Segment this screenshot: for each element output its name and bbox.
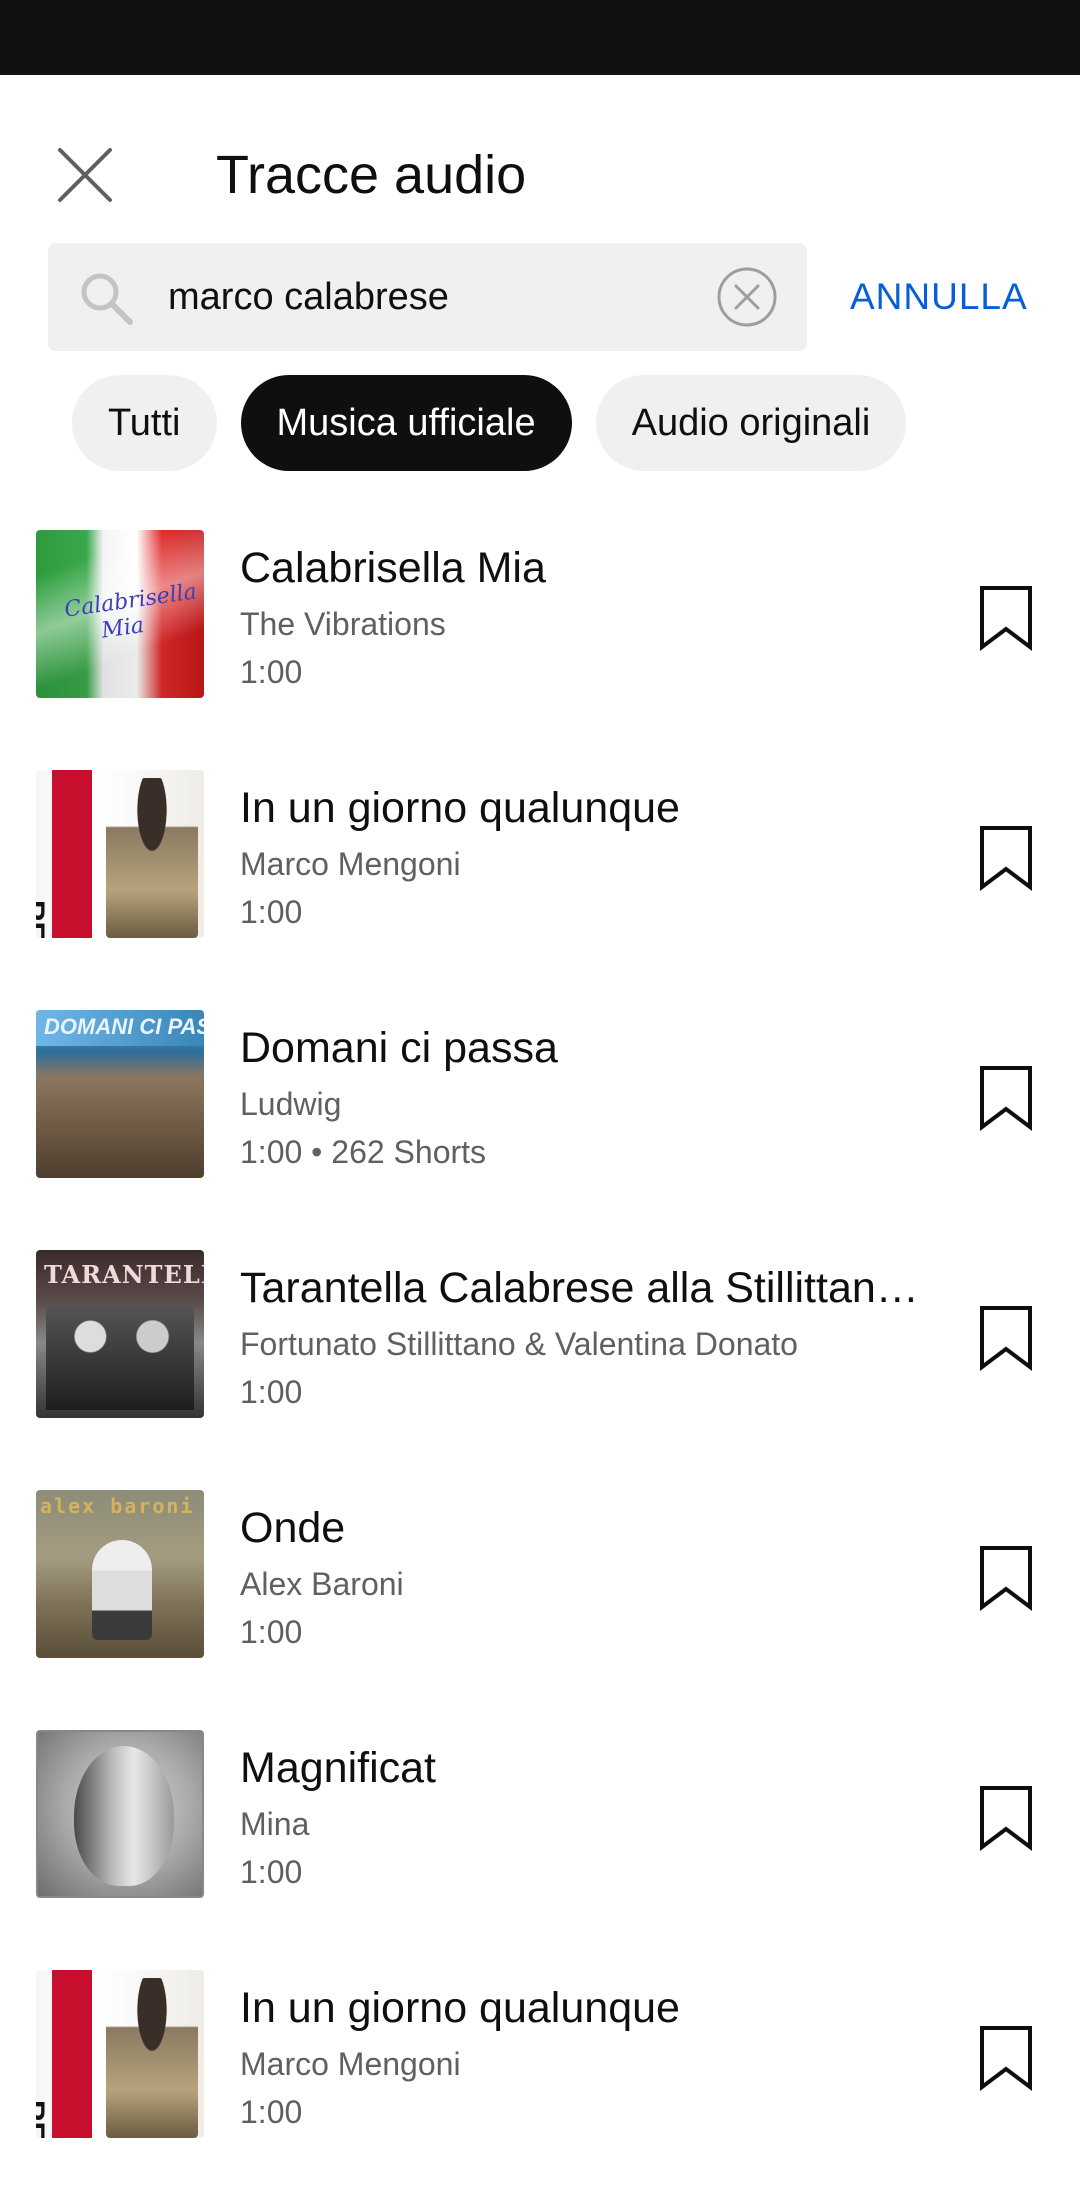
clear-circle-icon[interactable] bbox=[715, 265, 779, 329]
track-meta: 1:00 bbox=[240, 1374, 303, 1410]
track-artist: Marco Mengoni bbox=[240, 2046, 461, 2082]
search-box[interactable] bbox=[48, 243, 807, 351]
cancel-button[interactable]: ANNULLA bbox=[850, 243, 1028, 351]
search-row: ANNULLA bbox=[0, 243, 1080, 353]
track-row[interactable]: alex baroni Onde Alex Baroni 1:00 bbox=[0, 1470, 1080, 1710]
bookmark-icon[interactable] bbox=[978, 825, 1034, 891]
thumbnail-art-text: alex baroni bbox=[40, 1494, 195, 1518]
chip-official-music[interactable]: Musica ufficiale bbox=[240, 375, 572, 471]
thumbnail-art-text: TARANTELLA bbox=[44, 1260, 204, 1289]
track-thumbnail bbox=[36, 1730, 204, 1898]
track-meta: 1:00 bbox=[240, 1614, 303, 1650]
chip-all[interactable]: Tutti bbox=[72, 375, 217, 471]
track-meta: 1:00 bbox=[240, 894, 303, 930]
track-thumbnail: Calabrisella Mia bbox=[36, 530, 204, 698]
bookmark-icon[interactable] bbox=[978, 1065, 1034, 1131]
track-title: Onde bbox=[240, 1504, 346, 1552]
track-thumbnail: RE MATTO bbox=[36, 1970, 204, 2138]
track-meta: 1:00 bbox=[240, 1854, 303, 1890]
search-icon bbox=[81, 273, 133, 325]
close-icon bbox=[58, 148, 112, 202]
bookmark-icon[interactable] bbox=[978, 585, 1034, 651]
chip-original-audio[interactable]: Audio originali bbox=[595, 375, 907, 471]
track-artist: Mina bbox=[240, 1806, 310, 1842]
bookmark-icon[interactable] bbox=[978, 1785, 1034, 1851]
track-artist: Marco Mengoni bbox=[240, 846, 461, 882]
track-artist: Ludwig bbox=[240, 1086, 342, 1122]
track-row[interactable]: Magnificat Mina 1:00 bbox=[0, 1710, 1080, 1950]
bookmark-icon[interactable] bbox=[978, 1305, 1034, 1371]
track-artist: Alex Baroni bbox=[240, 1566, 404, 1602]
track-thumbnail: RE MATTO bbox=[36, 770, 204, 938]
header: Tracce audio bbox=[0, 75, 1080, 245]
status-bar bbox=[0, 0, 1080, 75]
bookmark-icon[interactable] bbox=[978, 2025, 1034, 2091]
track-thumbnail: TARANTELLA bbox=[36, 1250, 204, 1418]
track-thumbnail: alex baroni bbox=[36, 1490, 204, 1658]
track-meta: 1:00 • 262 Shorts bbox=[240, 1134, 487, 1170]
page-title: Tracce audio bbox=[216, 145, 527, 205]
track-row[interactable]: Calabrisella Mia Calabrisella Mia The Vibr… bbox=[0, 510, 1080, 750]
track-meta: 1:00 bbox=[240, 2094, 303, 2130]
bookmark-icon[interactable] bbox=[978, 1545, 1034, 1611]
track-row[interactable]: TARANTELLA Tarantella Calabrese alla Stil… bbox=[0, 1230, 1080, 1470]
track-list: Calabrisella Mia Calabrisella Mia The Vibr… bbox=[0, 510, 1080, 2190]
close-button[interactable] bbox=[40, 130, 130, 220]
thumbnail-art-text: DOMANI CI PASSA bbox=[44, 1014, 204, 1039]
search-input[interactable] bbox=[168, 243, 728, 351]
track-title: In un giorno qualunque bbox=[240, 1984, 680, 2032]
track-title: Domani ci passa bbox=[240, 1024, 558, 1072]
track-title: Calabrisella Mia bbox=[240, 544, 546, 592]
track-thumbnail: DOMANI CI PASSA bbox=[36, 1010, 204, 1178]
track-title: In un giorno qualunque bbox=[240, 784, 680, 832]
track-artist: The Vibrations bbox=[240, 606, 446, 642]
track-row[interactable]: RE MATTO In un giorno qualunque Marco Meng… bbox=[0, 1950, 1080, 2190]
track-title: Magnificat bbox=[240, 1744, 436, 1792]
thumbnail-art-text: RE MATTO bbox=[36, 2100, 50, 2138]
track-title: Tarantella Calabrese alla Stillittano… bbox=[240, 1264, 940, 1312]
track-row[interactable]: RE MATTO In un giorno qualunque Marco Meng… bbox=[0, 750, 1080, 990]
track-row[interactable]: DOMANI CI PASSA Domani ci passa Ludwig 1:00… bbox=[0, 990, 1080, 1230]
thumbnail-art-text: RE MATTO bbox=[36, 900, 50, 938]
track-meta: 1:00 bbox=[240, 654, 303, 690]
track-artist: Fortunato Stillittano & Valentina Donato bbox=[240, 1326, 798, 1362]
filter-chips: Tutti Musica ufficiale Audio originali bbox=[72, 375, 907, 471]
